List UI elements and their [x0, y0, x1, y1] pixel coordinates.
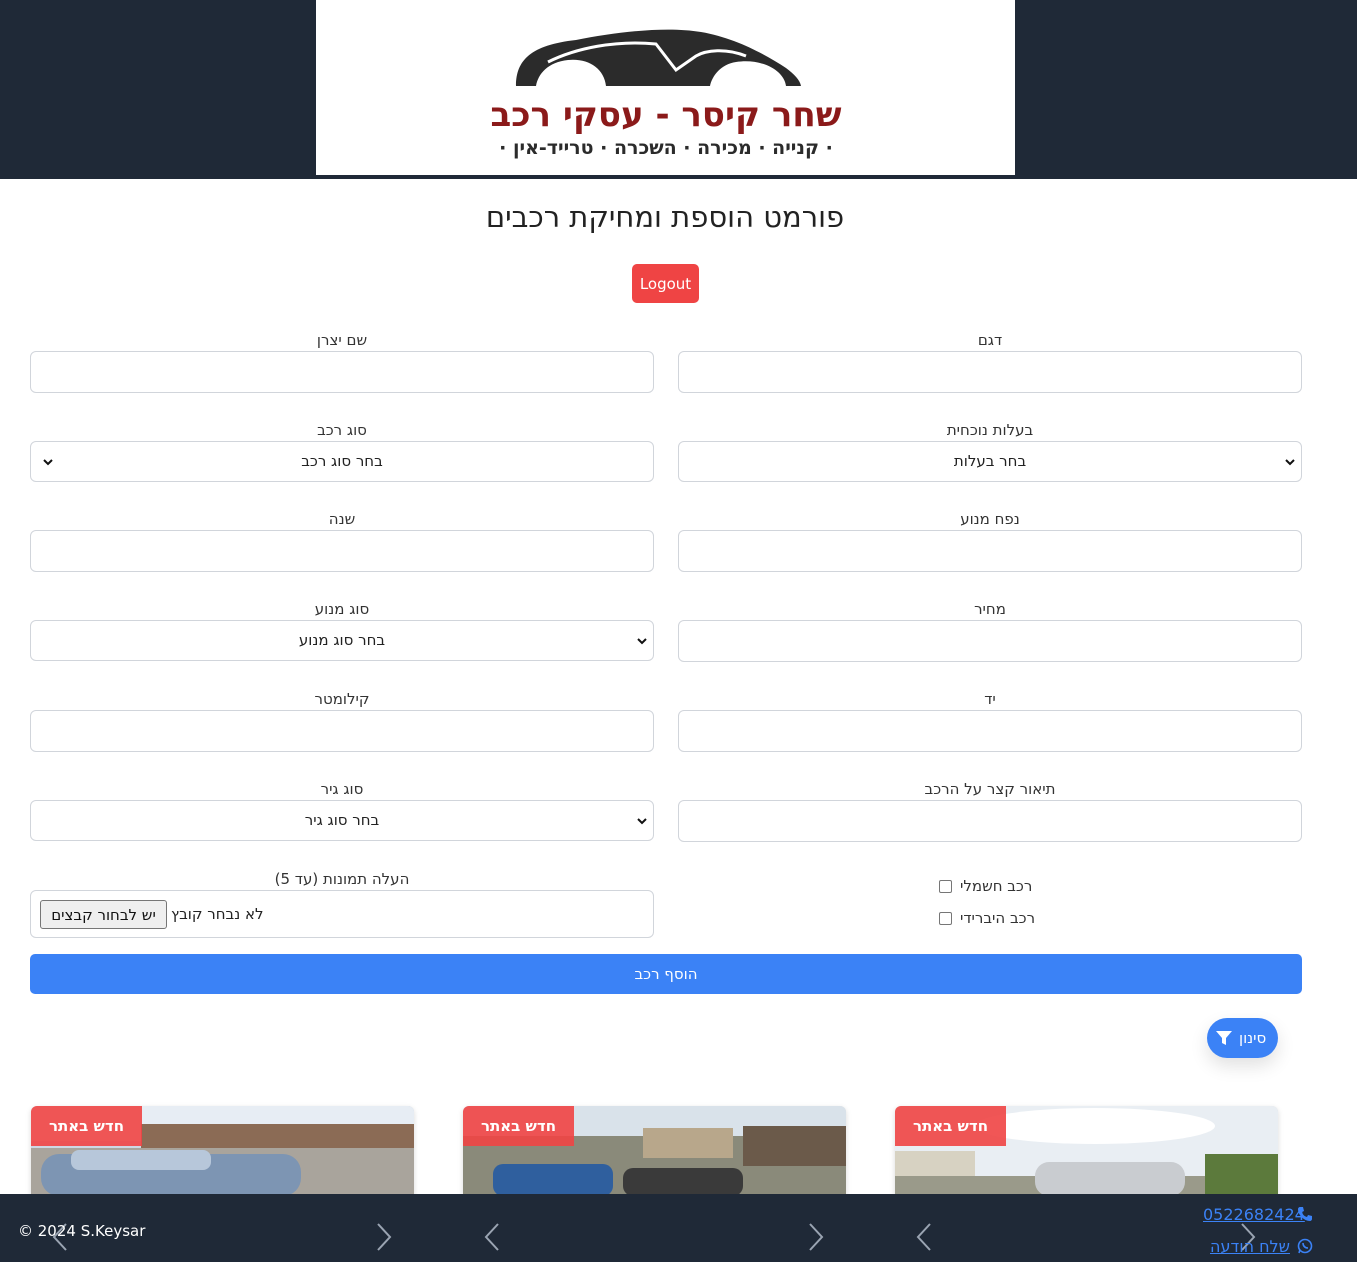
- gear-selected: בחר סוג גיר: [304, 811, 380, 829]
- site-header: שחר קיסר - עסקי רכב · קנייה · מכירה · הש…: [0, 0, 1357, 179]
- vehicle-type-label: סוג רכב: [317, 421, 367, 439]
- copyright-text: © 2024 S.Keysar: [18, 1222, 146, 1240]
- price-label: מחיר: [974, 600, 1006, 618]
- manufacturer-input[interactable]: [30, 351, 654, 393]
- chevron-right-icon[interactable]: [806, 1222, 826, 1252]
- images-file-input[interactable]: יש לבחור קבצים לא נבחר קובץ: [30, 890, 654, 938]
- year-label: שנה: [328, 510, 356, 528]
- chevron-down-icon: [43, 459, 53, 466]
- svg-text:שחר קיסר - עסקי רכב: שחר קיסר - עסקי רכב: [491, 95, 842, 135]
- choose-files-button[interactable]: יש לבחור קבצים: [40, 900, 167, 929]
- engine-volume-input[interactable]: [678, 530, 1302, 572]
- model-input[interactable]: [678, 351, 1302, 393]
- filter-label: סינון: [1239, 1029, 1267, 1047]
- new-badge: חדש באתר: [463, 1106, 574, 1146]
- engine-type-select[interactable]: בחר סוג מנוע: [30, 620, 654, 661]
- whatsapp-icon: [1297, 1238, 1313, 1254]
- phone-link[interactable]: 0522682424: [1203, 1205, 1305, 1224]
- hybrid-checkbox[interactable]: [939, 912, 952, 925]
- electric-label: רכב חשמלי: [960, 877, 1033, 895]
- whatsapp-link[interactable]: שלח הודעה: [1210, 1237, 1290, 1256]
- ownership-label: בעלות נוכחית: [946, 421, 1034, 439]
- images-label: העלה תמונות (עד 5): [274, 870, 410, 888]
- file-status: לא נבחר קובץ: [171, 905, 264, 923]
- vehicle-type-selected: בחר סוג רכב: [301, 452, 383, 470]
- hand-label: יד: [984, 690, 996, 708]
- engine-volume-label: נפח מנוע: [960, 510, 1020, 528]
- car-logo-icon: שחר קיסר - עסקי רכב · קנייה · מכירה · הש…: [491, 29, 842, 159]
- site-logo[interactable]: שחר קיסר - עסקי רכב · קנייה · מכירה · הש…: [316, 0, 1015, 175]
- manufacturer-label: שם יצרן: [316, 331, 368, 349]
- engine-type-selected: בחר סוג מנוע: [298, 631, 386, 649]
- engine-type-label: סוג מנוע: [314, 600, 370, 618]
- hand-input[interactable]: [678, 710, 1302, 752]
- description-input[interactable]: [678, 800, 1302, 842]
- chevron-left-icon[interactable]: [914, 1222, 934, 1252]
- new-badge: חדש באתר: [895, 1106, 1006, 1146]
- filter-button[interactable]: סינון: [1207, 1018, 1278, 1058]
- description-label: תיאור קצר על הרכב: [924, 780, 1056, 798]
- ownership-selected: בחר בעלות: [953, 452, 1027, 470]
- chevron-down-icon: [637, 818, 647, 825]
- hybrid-label: רכב היברידי: [960, 909, 1036, 927]
- chevron-down-icon: [1285, 459, 1295, 466]
- filter-icon: [1216, 1031, 1232, 1045]
- chevron-right-icon[interactable]: [374, 1222, 394, 1252]
- ownership-select[interactable]: בחר בעלות: [678, 441, 1302, 482]
- price-input[interactable]: [678, 620, 1302, 662]
- phone-icon: [1298, 1207, 1312, 1221]
- site-footer: © 2024 S.Keysar 0522682424 שלח הודעה: [0, 1194, 1357, 1262]
- add-car-button[interactable]: הוסף רכב: [30, 954, 1302, 994]
- new-badge: חדש באתר: [31, 1106, 142, 1146]
- vehicle-type-select[interactable]: בחר סוג רכב: [30, 441, 654, 482]
- model-label: דגם: [977, 331, 1003, 349]
- year-input[interactable]: [30, 530, 654, 572]
- chevron-left-icon[interactable]: [482, 1222, 502, 1252]
- km-input[interactable]: [30, 710, 654, 752]
- page-title: פורמט הוספת ומחיקת רכבים: [485, 200, 845, 234]
- electric-checkbox[interactable]: [939, 880, 952, 893]
- svg-text:· קנייה · מכירה · השכרה · טריי: · קנייה · מכירה · השכרה · טרייד-אין ·: [499, 137, 833, 159]
- gear-label: סוג גיר: [320, 780, 364, 798]
- logout-button[interactable]: Logout: [632, 264, 699, 303]
- chevron-down-icon: [637, 638, 647, 645]
- km-label: קילומטר: [314, 690, 370, 708]
- gear-select[interactable]: בחר סוג גיר: [30, 800, 654, 841]
